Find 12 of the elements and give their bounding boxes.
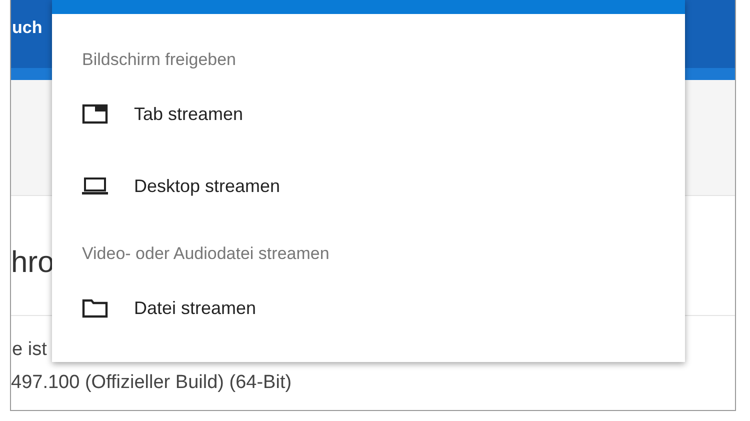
menu-item[interactable]: Datei streamen [52, 284, 685, 332]
version-text: 497.100 (Offizieller Build) (64-Bit) [11, 373, 293, 392]
folder-icon [82, 298, 108, 318]
tab-window-icon [82, 104, 108, 124]
page-heading: hro [11, 245, 54, 281]
menu-item[interactable]: Desktop streamen [52, 162, 685, 210]
laptop-icon [82, 177, 108, 195]
info-text: e ist [12, 340, 48, 359]
header-text: uch [12, 17, 42, 40]
section-title: Video- oder Audiodatei streamen [82, 243, 330, 265]
menu-item[interactable]: Tab streamen [52, 90, 685, 138]
section-title: Bildschirm freigeben [82, 49, 238, 71]
